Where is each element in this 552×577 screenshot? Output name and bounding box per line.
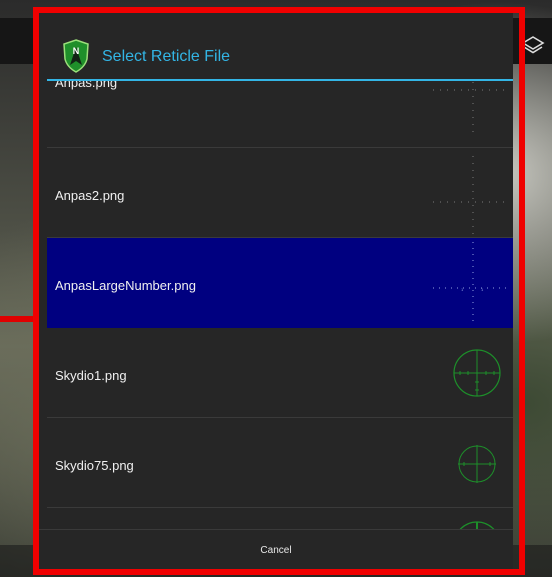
highlight-frame [33,7,525,575]
